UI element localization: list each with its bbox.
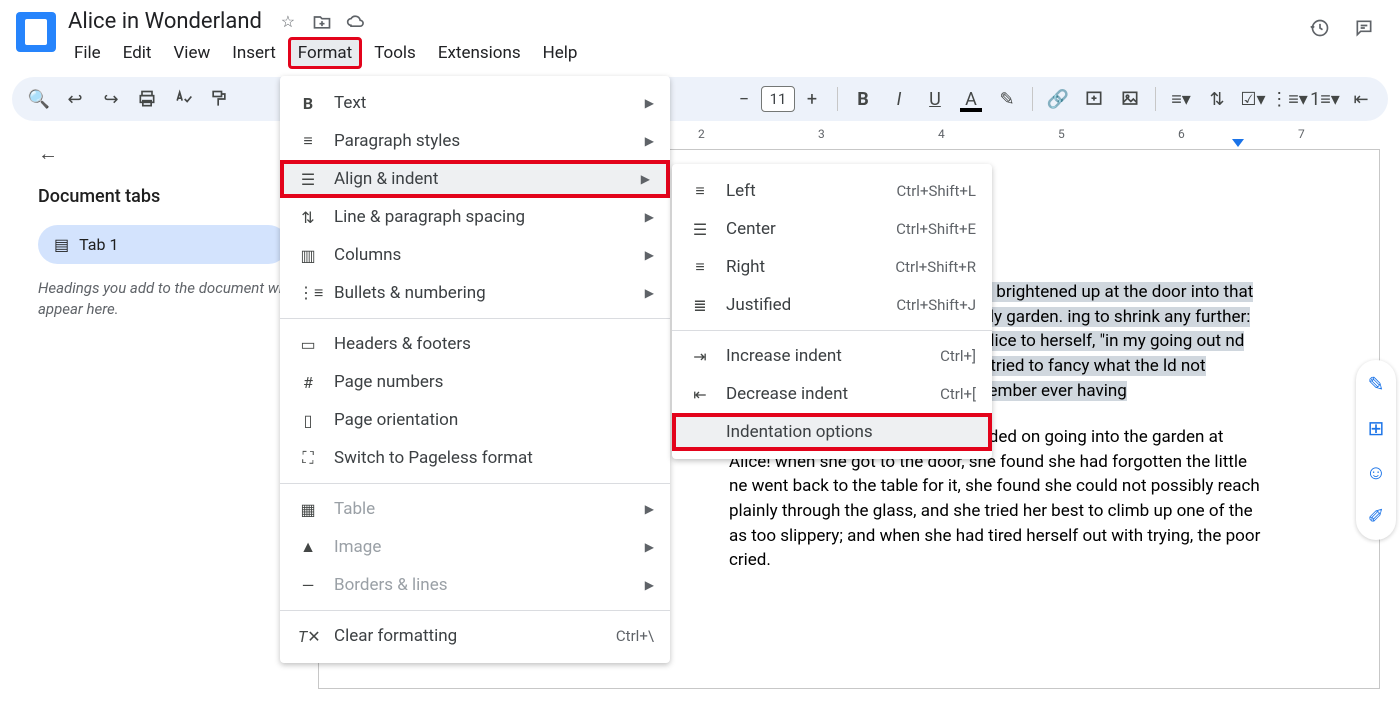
font-size-increase[interactable]: + bbox=[797, 84, 827, 114]
decrease-indent[interactable]: ⇤Decrease indentCtrl+[ bbox=[672, 375, 992, 413]
align-submenu: ≡LeftCtrl+Shift+L ☰CenterCtrl+Shift+E ≡R… bbox=[672, 164, 992, 459]
ruler-indent-marker[interactable] bbox=[1232, 139, 1244, 147]
format-line-spacing[interactable]: ⇅Line & paragraph spacing▶ bbox=[280, 198, 670, 236]
star-icon[interactable]: ☆ bbox=[276, 10, 300, 34]
vertical-ruler bbox=[0, 127, 18, 713]
menu-format[interactable]: Format bbox=[288, 37, 362, 69]
move-icon[interactable] bbox=[310, 10, 334, 34]
sidebar-title: Document tabs bbox=[38, 186, 298, 207]
format-clear[interactable]: T✕Clear formattingCtrl+\ bbox=[280, 617, 670, 655]
menu-insert[interactable]: Insert bbox=[222, 37, 286, 69]
tab-item-1[interactable]: ▤ Tab 1 bbox=[38, 225, 288, 264]
align-left[interactable]: ≡LeftCtrl+Shift+L bbox=[672, 172, 992, 210]
format-paragraph-styles[interactable]: ≡Paragraph styles▶ bbox=[280, 122, 670, 160]
suggest-icon[interactable]: ✐ bbox=[1362, 502, 1390, 530]
paint-format-icon[interactable] bbox=[204, 84, 234, 114]
spellcheck-icon[interactable] bbox=[168, 84, 198, 114]
menu-edit[interactable]: Edit bbox=[113, 37, 162, 69]
format-image: ▲Image▶ bbox=[280, 528, 670, 566]
italic-icon[interactable]: I bbox=[884, 84, 914, 114]
indentation-options[interactable]: Indentation options bbox=[672, 413, 992, 451]
ruler-tick: 7 bbox=[1298, 127, 1305, 141]
format-columns[interactable]: ▥Columns▶ bbox=[280, 236, 670, 274]
sidebar-hint: Headings you add to the document will ap… bbox=[38, 278, 298, 320]
format-headers[interactable]: ▭Headers & footers bbox=[280, 325, 670, 363]
sidebar: ← Document tabs ▤ Tab 1 Headings you add… bbox=[18, 127, 318, 713]
cloud-icon[interactable] bbox=[344, 10, 368, 34]
tab-label: Tab 1 bbox=[79, 235, 118, 254]
format-bullets[interactable]: ⋮≡Bullets & numbering▶ bbox=[280, 274, 670, 312]
add-note-icon[interactable]: ⊞ bbox=[1362, 414, 1390, 442]
highlight-icon[interactable]: ✎ bbox=[992, 84, 1022, 114]
ruler-tick: 3 bbox=[818, 127, 825, 141]
insert-image-icon[interactable] bbox=[1115, 84, 1145, 114]
format-table: ▦Table▶ bbox=[280, 490, 670, 528]
align-dropdown-icon[interactable]: ≡▾ bbox=[1166, 84, 1196, 114]
link-icon[interactable]: 🔗 bbox=[1043, 84, 1073, 114]
tab-doc-icon: ▤ bbox=[54, 235, 69, 254]
side-panel: ✎ ⊞ ☺ ✐ bbox=[1356, 360, 1396, 540]
ruler-tick: 5 bbox=[1058, 127, 1065, 141]
add-comment-icon[interactable] bbox=[1079, 84, 1109, 114]
menu-help[interactable]: Help bbox=[533, 37, 588, 69]
numbered-list-icon[interactable]: 1≡▾ bbox=[1310, 84, 1340, 114]
format-pageless[interactable]: ⛶Switch to Pageless format bbox=[280, 439, 670, 477]
format-align-indent[interactable]: ☰Align & indent▶ bbox=[280, 160, 670, 198]
font-size-decrease[interactable]: − bbox=[729, 84, 759, 114]
format-page-numbers[interactable]: #Page numbers bbox=[280, 363, 670, 401]
underline-icon[interactable]: U bbox=[920, 84, 950, 114]
menubar: File Edit View Insert Format Tools Exten… bbox=[64, 37, 1308, 69]
bold-icon[interactable]: B bbox=[848, 84, 878, 114]
print-icon[interactable] bbox=[132, 84, 162, 114]
menu-tools[interactable]: Tools bbox=[364, 37, 426, 69]
format-text[interactable]: BText▶ bbox=[280, 84, 670, 122]
text-color-icon[interactable]: A bbox=[956, 84, 986, 114]
decrease-indent-icon[interactable]: ⇤ bbox=[1346, 84, 1376, 114]
font-size-input[interactable]: 11 bbox=[761, 86, 795, 112]
format-orientation[interactable]: ▯Page orientation bbox=[280, 401, 670, 439]
align-justified[interactable]: ≣JustifiedCtrl+Shift+J bbox=[672, 286, 992, 324]
ruler-tick: 6 bbox=[1178, 127, 1185, 141]
docs-logo[interactable] bbox=[16, 12, 56, 52]
pencil-icon[interactable]: ✎ bbox=[1362, 370, 1390, 398]
selected-text[interactable]: face brightened up at the door into that… bbox=[959, 282, 1253, 401]
format-borders: —Borders & lines▶ bbox=[280, 566, 670, 604]
menu-view[interactable]: View bbox=[163, 37, 220, 69]
increase-indent[interactable]: ⇥Increase indentCtrl+] bbox=[672, 337, 992, 375]
bullet-list-icon[interactable]: ⋮≡▾ bbox=[1274, 84, 1304, 114]
ruler-tick: 4 bbox=[938, 127, 945, 141]
toolbar: 🔍 ↩ ↪ − 11 + B I U A ✎ 🔗 ≡▾ ⇅ ☑▾ ⋮≡▾ 1≡▾… bbox=[12, 77, 1388, 121]
menu-extensions[interactable]: Extensions bbox=[428, 37, 531, 69]
doc-title[interactable]: Alice in Wonderland bbox=[64, 8, 266, 35]
align-center[interactable]: ☰CenterCtrl+Shift+E bbox=[672, 210, 992, 248]
checklist-icon[interactable]: ☑▾ bbox=[1238, 84, 1268, 114]
back-arrow-icon[interactable]: ← bbox=[38, 141, 298, 166]
emoji-icon[interactable]: ☺ bbox=[1362, 458, 1390, 486]
format-dropdown: BText▶ ≡Paragraph styles▶ ☰Align & inden… bbox=[280, 76, 670, 663]
search-icon[interactable]: 🔍 bbox=[24, 84, 54, 114]
history-icon[interactable] bbox=[1308, 16, 1332, 40]
redo-icon[interactable]: ↪ bbox=[96, 84, 126, 114]
comment-icon[interactable] bbox=[1352, 16, 1376, 40]
undo-icon[interactable]: ↩ bbox=[60, 84, 90, 114]
align-right[interactable]: ≡RightCtrl+Shift+R bbox=[672, 248, 992, 286]
ruler-tick: 2 bbox=[698, 127, 705, 141]
line-spacing-icon[interactable]: ⇅ bbox=[1202, 84, 1232, 114]
menu-file[interactable]: File bbox=[64, 37, 111, 69]
